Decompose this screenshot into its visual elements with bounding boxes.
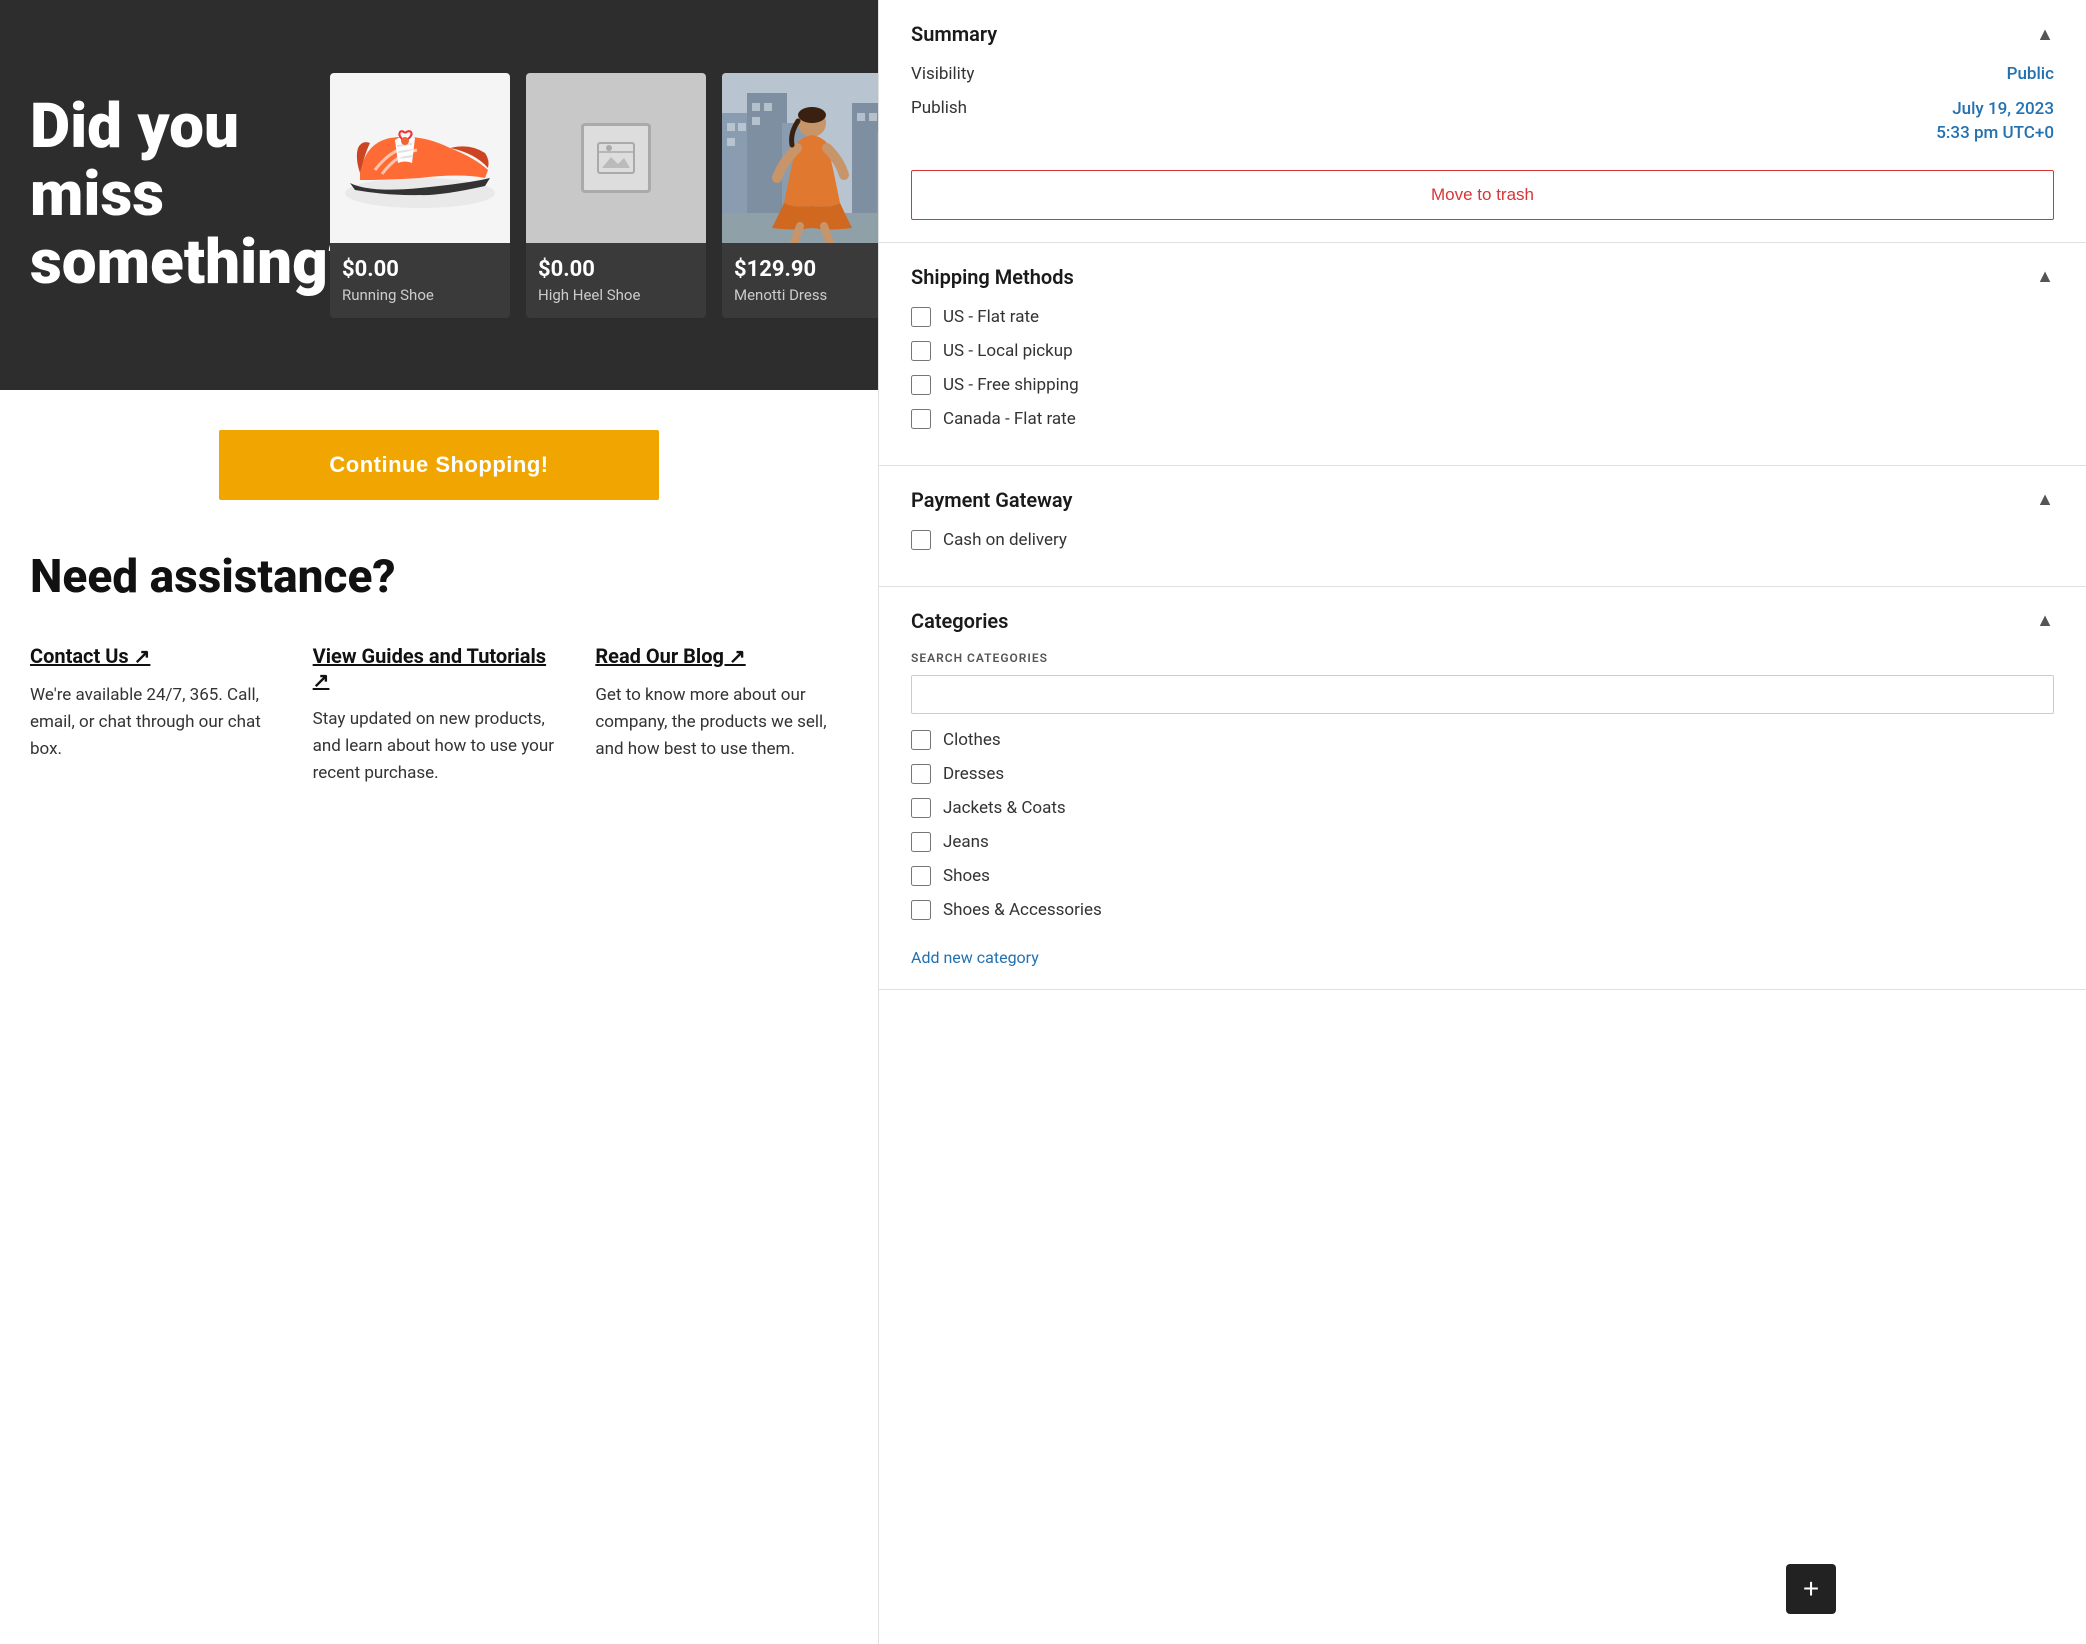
product-card-3[interactable]: $129.90 Menotti Dress (722, 73, 878, 318)
product-card-1[interactable]: $0.00 Running Shoe (330, 73, 510, 318)
shipping-label-3: Canada - Flat rate (943, 409, 1076, 429)
category-label-3: Jeans (943, 832, 989, 852)
right-panel: Summary ▲ Visibility Public Publish July… (878, 0, 2086, 1644)
category-checkbox-1[interactable] (911, 764, 931, 784)
payment-header: Payment Gateway ▲ (911, 488, 2054, 512)
categories-collapse-icon[interactable]: ▲ (2036, 610, 2054, 631)
product-3-name: Menotti Dress (734, 286, 878, 304)
assistance-item-1: View Guides and Tutorials ↗ Stay updated… (313, 644, 566, 788)
shipping-checkbox-3[interactable] (911, 409, 931, 429)
shipping-header: Shipping Methods ▲ (911, 265, 2054, 289)
shipping-checkbox-2[interactable] (911, 375, 931, 395)
summary-title: Summary (911, 22, 997, 46)
shipping-label-0: US - Flat rate (943, 307, 1039, 327)
publish-row: Publish July 19, 2023 5:33 pm UTC+0 (911, 98, 2054, 146)
product-1-name: Running Shoe (342, 286, 498, 304)
move-to-trash-button[interactable]: Move to trash (911, 170, 2054, 220)
shipping-option-0: US - Flat rate (911, 307, 2054, 327)
guides-link[interactable]: View Guides and Tutorials ↗ (313, 644, 566, 692)
category-list: Clothes Dresses Jackets & Coats Jeans Sh… (911, 730, 2054, 934)
shipping-checkbox-1[interactable] (911, 341, 931, 361)
category-item-4: Shoes (911, 866, 2054, 886)
shipping-methods-section: Shipping Methods ▲ US - Flat rate US - L… (879, 243, 2086, 466)
payment-collapse-icon[interactable]: ▲ (2036, 489, 2054, 510)
payment-checkbox-0[interactable] (911, 530, 931, 550)
blog-desc: Get to know more about our company, the … (595, 682, 848, 764)
summary-collapse-icon[interactable]: ▲ (2036, 24, 2054, 45)
product-image-2 (526, 73, 706, 243)
search-categories-input[interactable] (911, 675, 2054, 714)
assistance-title: Need assistance? (30, 550, 848, 604)
product-cards: $0.00 Running Shoe (330, 73, 878, 318)
continue-shopping-button[interactable]: Continue Shopping! (219, 430, 659, 500)
publish-label: Publish (911, 98, 967, 118)
hero-section: Did you miss something? (0, 0, 878, 390)
category-label-4: Shoes (943, 866, 990, 886)
hero-title: Did you miss something? (30, 93, 310, 298)
shipping-checkbox-0[interactable] (911, 307, 931, 327)
continue-btn-wrapper: Continue Shopping! (0, 390, 878, 540)
category-item-1: Dresses (911, 764, 2054, 784)
category-checkbox-3[interactable] (911, 832, 931, 852)
product-3-info: $129.90 Menotti Dress (722, 243, 878, 318)
product-2-info: $0.00 High Heel Shoe (526, 243, 706, 318)
contact-us-desc: We're available 24/7, 365. Call, email, … (30, 682, 283, 764)
placeholder-icon (581, 123, 651, 193)
assistance-grid: Contact Us ↗ We're available 24/7, 365. … (30, 644, 848, 788)
assistance-section: Need assistance? Contact Us ↗ We're avai… (0, 540, 878, 828)
payment-title: Payment Gateway (911, 488, 1072, 512)
blog-link[interactable]: Read Our Blog ↗ (595, 644, 745, 668)
categories-section: Categories ▲ SEARCH CATEGORIES Clothes D… (879, 587, 2086, 990)
category-label-1: Dresses (943, 764, 1004, 784)
payment-gateway-section: Payment Gateway ▲ Cash on delivery (879, 466, 2086, 587)
add-new-category-link[interactable]: Add new category (911, 948, 1039, 967)
contact-us-link[interactable]: Contact Us ↗ (30, 644, 150, 668)
assistance-item-0: Contact Us ↗ We're available 24/7, 365. … (30, 644, 283, 788)
add-button[interactable]: + (1786, 1564, 1836, 1614)
product-2-price: $0.00 (538, 257, 694, 282)
category-label-2: Jackets & Coats (943, 798, 1066, 818)
product-1-info: $0.00 Running Shoe (330, 243, 510, 318)
category-checkbox-5[interactable] (911, 900, 931, 920)
shipping-title: Shipping Methods (911, 265, 1074, 289)
product-card-2[interactable]: $0.00 High Heel Shoe (526, 73, 706, 318)
shipping-label-1: US - Local pickup (943, 341, 1073, 361)
category-checkbox-2[interactable] (911, 798, 931, 818)
product-2-name: High Heel Shoe (538, 286, 694, 304)
product-1-price: $0.00 (342, 257, 498, 282)
visibility-value: Public (2007, 64, 2054, 84)
guides-desc: Stay updated on new products, and learn … (313, 706, 566, 788)
shipping-option-2: US - Free shipping (911, 375, 2054, 395)
category-checkbox-0[interactable] (911, 730, 931, 750)
publish-value: July 19, 2023 5:33 pm UTC+0 (1936, 98, 2054, 146)
category-item-3: Jeans (911, 832, 2054, 852)
categories-header: Categories ▲ (911, 609, 2054, 633)
summary-section: Summary ▲ Visibility Public Publish July… (879, 0, 2086, 243)
search-categories-label: SEARCH CATEGORIES (911, 651, 2054, 665)
category-label-0: Clothes (943, 730, 1001, 750)
category-item-2: Jackets & Coats (911, 798, 2054, 818)
visibility-label: Visibility (911, 64, 974, 84)
shipping-collapse-icon[interactable]: ▲ (2036, 266, 2054, 287)
category-label-5: Shoes & Accessories (943, 900, 1102, 920)
payment-option-0: Cash on delivery (911, 530, 2054, 550)
category-item-0: Clothes (911, 730, 2054, 750)
product-3-price: $129.90 (734, 257, 878, 282)
product-image-3 (722, 73, 878, 243)
shipping-option-3: Canada - Flat rate (911, 409, 2054, 429)
product-image-1 (330, 73, 510, 243)
payment-label-0: Cash on delivery (943, 530, 1067, 550)
category-item-5: Shoes & Accessories (911, 900, 2054, 920)
assistance-item-2: Read Our Blog ↗ Get to know more about o… (595, 644, 848, 788)
shipping-label-2: US - Free shipping (943, 375, 1079, 395)
categories-title: Categories (911, 609, 1008, 633)
shipping-option-1: US - Local pickup (911, 341, 2054, 361)
category-checkbox-4[interactable] (911, 866, 931, 886)
visibility-row: Visibility Public (911, 64, 2054, 84)
summary-header: Summary ▲ (911, 22, 2054, 46)
